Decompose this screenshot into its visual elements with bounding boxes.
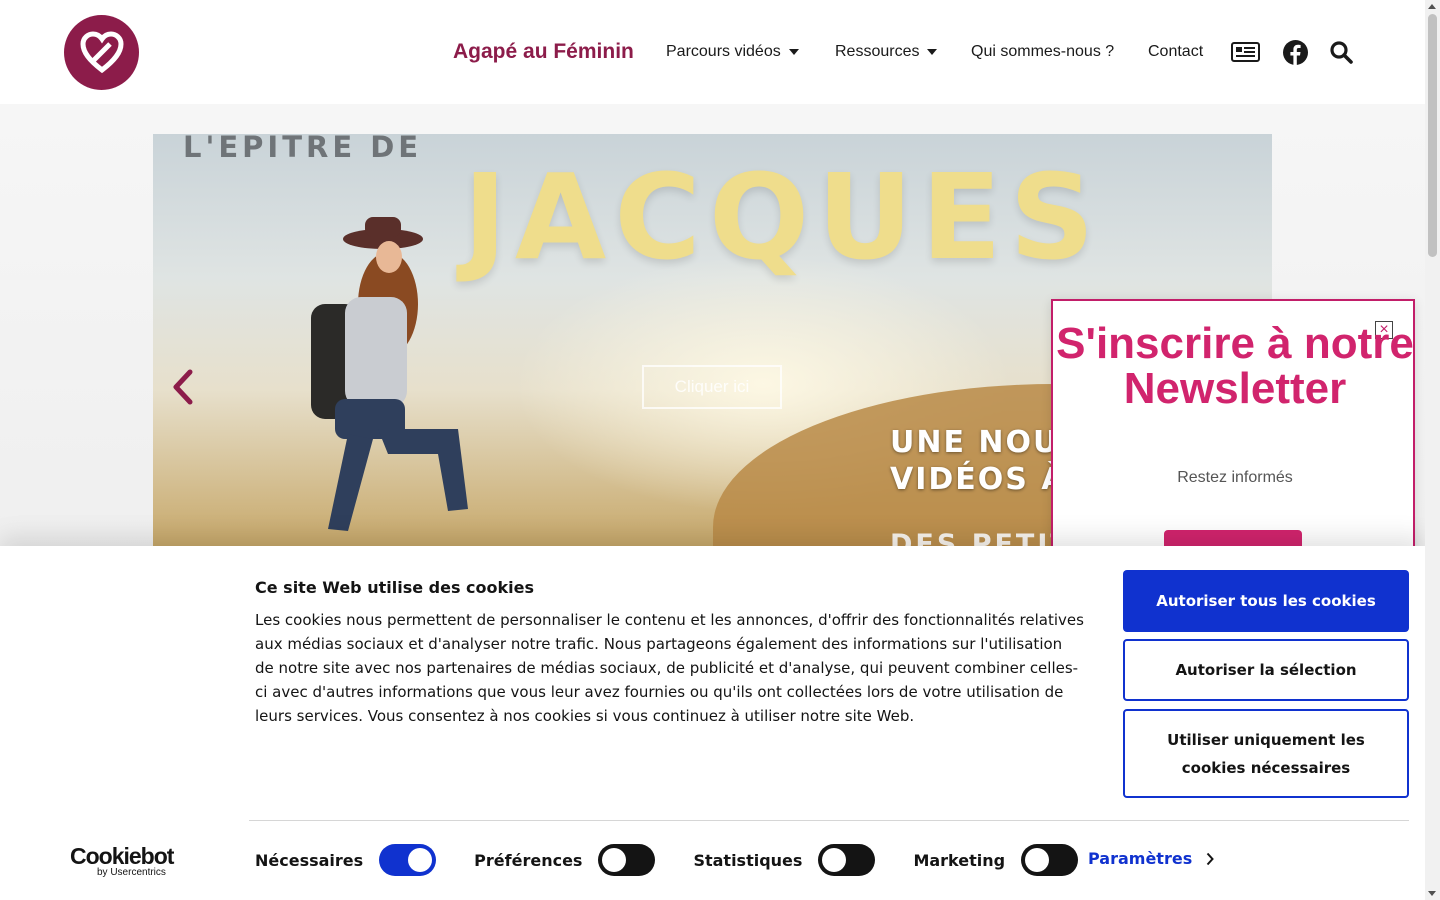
allow-all-cookies-button[interactable]: Autoriser tous les cookies bbox=[1123, 570, 1409, 632]
chevron-right-icon bbox=[1206, 852, 1215, 865]
page-scrollbar[interactable] bbox=[1425, 0, 1440, 900]
cookie-settings-link[interactable]: Paramètres bbox=[1088, 849, 1215, 868]
toggle-label-marketing: Marketing bbox=[913, 850, 1006, 870]
chevron-left-icon bbox=[173, 369, 193, 405]
scroll-up-arrow-icon[interactable] bbox=[1428, 4, 1436, 9]
toggle-label-necessaires: Nécessaires bbox=[255, 850, 364, 870]
slide-headline: JACQUES bbox=[463, 148, 1103, 286]
allow-selection-button[interactable]: Autoriser la sélection bbox=[1123, 639, 1409, 701]
nav-item-label: Contact bbox=[1148, 43, 1204, 60]
site-logo[interactable] bbox=[64, 15, 139, 90]
toggle-marketing[interactable] bbox=[1021, 844, 1079, 876]
toggle-statistiques[interactable] bbox=[818, 844, 876, 876]
newsletter-popup: × S'inscrire à notre Newsletter Restez i… bbox=[1051, 299, 1415, 560]
cookiebot-logo-byline: by Usercentrics bbox=[97, 867, 166, 878]
nav-item-label: Ressources bbox=[835, 43, 920, 60]
necessary-cookies-only-button[interactable]: Utiliser uniquement les cookies nécessai… bbox=[1123, 709, 1409, 798]
cookie-banner-title: Ce site Web utilise des cookies bbox=[255, 578, 534, 597]
toggle-label-preferences: Préférences bbox=[474, 850, 583, 870]
nav-item-parcours-videos[interactable]: Parcours vidéos bbox=[666, 0, 799, 104]
slider-prev-button[interactable] bbox=[170, 368, 196, 411]
site-header: Agapé au Féminin Parcours vidéos Ressour… bbox=[0, 0, 1425, 104]
search-icon[interactable] bbox=[1330, 41, 1353, 69]
nav-brand-link[interactable]: Agapé au Féminin bbox=[453, 0, 634, 104]
cookie-consent-banner: Ce site Web utilise des cookies Les cook… bbox=[0, 546, 1425, 900]
cookie-category-toggles: Nécessaires Préférences Statistiques Mar… bbox=[255, 844, 1079, 876]
facebook-icon[interactable] bbox=[1283, 40, 1308, 70]
newsletter-subtitle: Restez informés bbox=[1177, 469, 1293, 486]
toggle-necessaires[interactable] bbox=[379, 844, 437, 876]
nav-item-qui-sommes-nous[interactable]: Qui sommes-nous ? bbox=[971, 0, 1114, 104]
cookie-banner-divider bbox=[249, 820, 1409, 821]
scrollbar-thumb[interactable] bbox=[1428, 14, 1437, 257]
caret-down-icon bbox=[788, 49, 799, 55]
slide-kicker: L'EPITRE DE bbox=[183, 134, 423, 164]
cookiebot-logo[interactable]: Cookiebot by Usercentrics bbox=[70, 843, 174, 878]
nav-item-contact[interactable]: Contact bbox=[1148, 0, 1203, 104]
nav-item-label: Qui sommes-nous ? bbox=[971, 43, 1115, 60]
nav-item-label: Parcours vidéos bbox=[666, 43, 781, 60]
newspaper-icon[interactable] bbox=[1231, 42, 1260, 67]
newsletter-title: S'inscrire à notre Newsletter bbox=[1056, 319, 1414, 413]
slide-cta-button[interactable]: Cliquer ici bbox=[642, 365, 782, 409]
cookie-settings-label: Paramètres bbox=[1088, 849, 1193, 868]
toggle-label-statistiques: Statistiques bbox=[693, 850, 803, 870]
cookiebot-logo-text: Cookiebot bbox=[70, 843, 174, 869]
heart-logo-icon bbox=[79, 30, 124, 73]
cookie-banner-text: Les cookies nous permettent de personnal… bbox=[255, 611, 1084, 725]
nav-item-ressources[interactable]: Ressources bbox=[835, 0, 938, 104]
caret-down-icon bbox=[927, 49, 938, 55]
hiker-woman-image bbox=[311, 217, 468, 531]
toggle-preferences[interactable] bbox=[598, 844, 656, 876]
scroll-down-arrow-icon[interactable] bbox=[1428, 891, 1436, 896]
